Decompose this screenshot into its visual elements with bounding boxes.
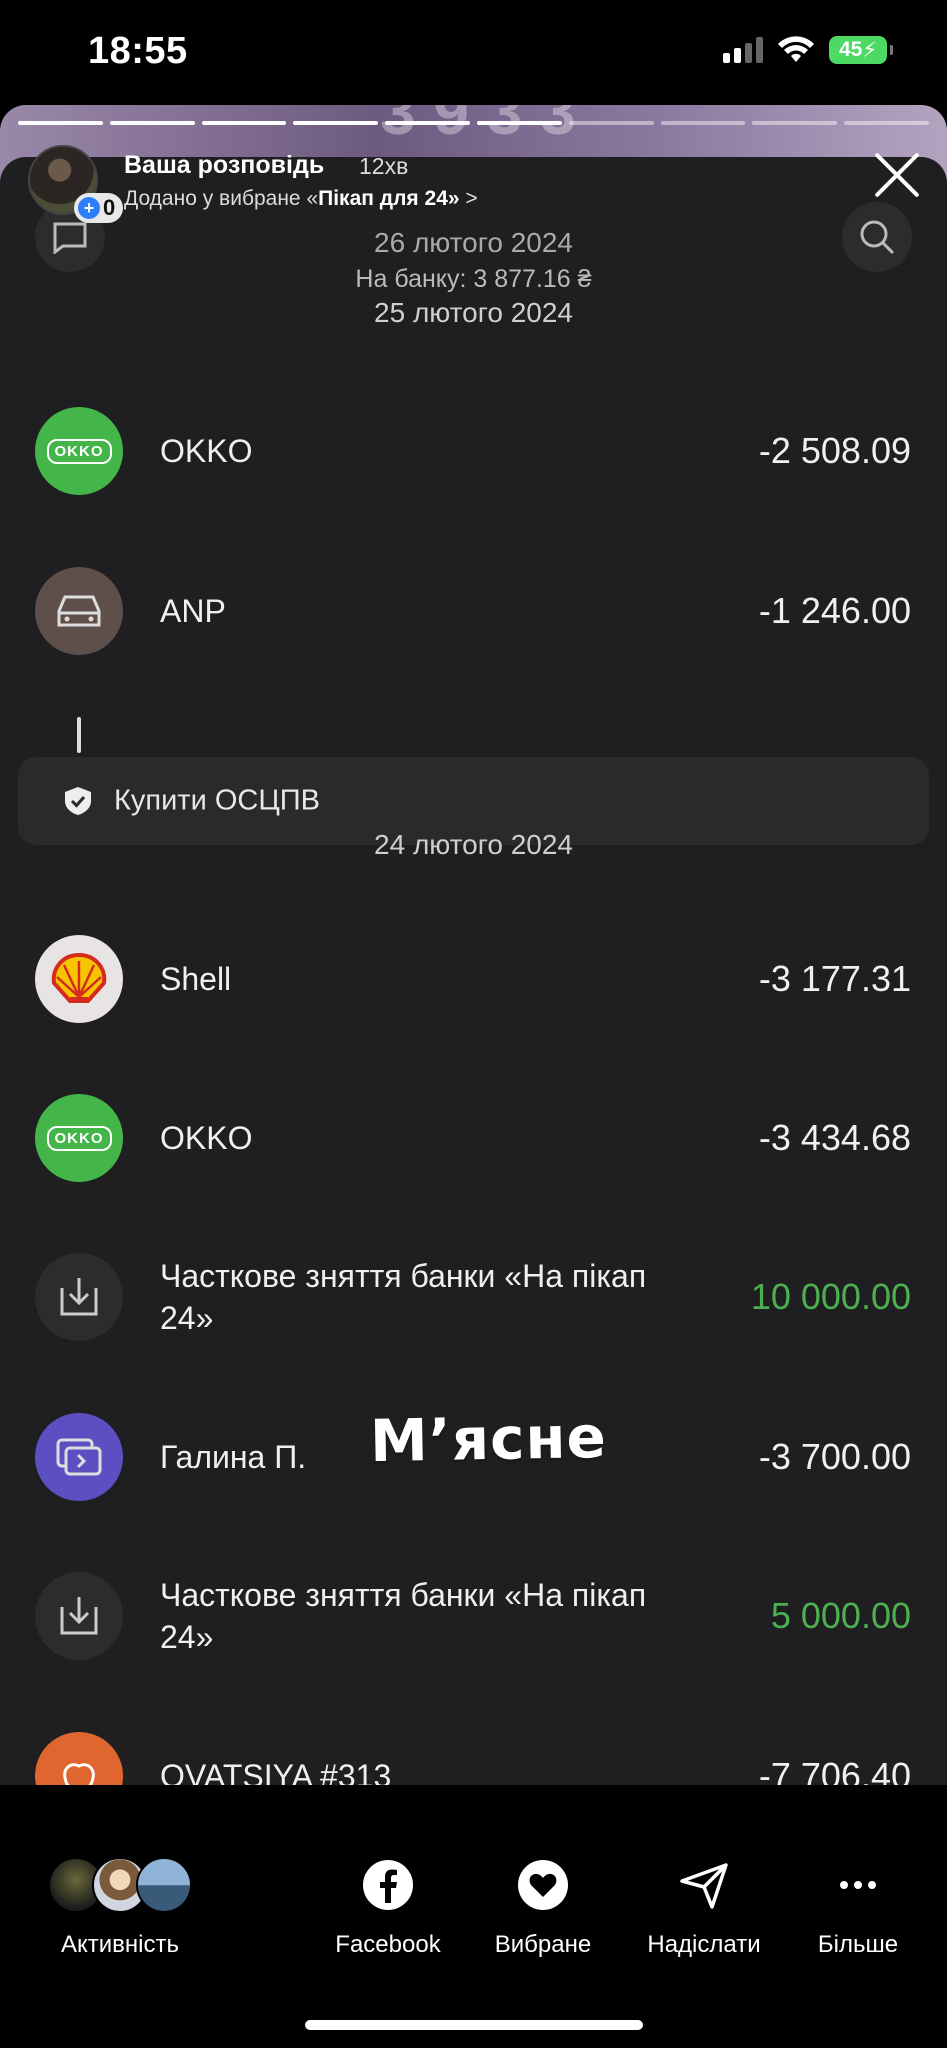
header-date: 26 лютого 2024: [374, 227, 573, 258]
transaction-name: OVATSIYA #313: [160, 1758, 392, 1785]
add-badge[interactable]: +0: [74, 193, 124, 223]
ghost-amount: 3 9 3 3: [380, 105, 576, 148]
close-button[interactable]: [869, 145, 925, 201]
send-icon: [676, 1857, 732, 1913]
transaction-name: Shell: [160, 961, 232, 997]
transaction-row[interactable]: OVATSIYA #313 -7 706.40: [0, 1732, 947, 1785]
date-separator: 25 лютого 2024: [374, 297, 573, 328]
heart-icon: [515, 1857, 571, 1913]
transaction-row[interactable]: Часткове зняття банки «На пікап 24» 5 00…: [0, 1572, 947, 1692]
transaction-name: ANP: [160, 593, 226, 629]
transaction-amount: -7 706.40: [758, 1755, 911, 1785]
home-indicator[interactable]: [305, 2020, 643, 2030]
transaction-amount: 5 000.00: [770, 1595, 911, 1636]
transaction-name: OKKO: [160, 433, 253, 469]
story-header: +0 Ваша розповідь 12хв Додано у вибране …: [28, 145, 919, 225]
bank-balance: На банку: 3 877.16 ₴: [355, 265, 592, 293]
more-button[interactable]: Більше: [808, 1857, 908, 1959]
car-icon: [35, 567, 123, 655]
shield-check-icon: [65, 787, 91, 815]
wifi-icon: [778, 36, 814, 62]
story-subtitle[interactable]: Додано у вибране «Пікап для 24» >: [124, 187, 478, 211]
story-progress: [18, 121, 929, 125]
status-icons: 45 ⚡: [723, 36, 893, 64]
date-separator: 24 лютого 2024: [374, 829, 573, 860]
story-viewer[interactable]: 3 9 3 3 26 лютого 2024 На банку: 3 877.1…: [0, 105, 947, 1785]
signal-icon: [723, 37, 763, 63]
transaction-row[interactable]: Shell -3 177.31: [0, 935, 947, 1055]
facebook-label: Facebook: [335, 1931, 441, 1958]
okko-logo: OKKO: [35, 407, 123, 495]
facebook-icon: [360, 1857, 416, 1913]
transaction-amount: -1 246.00: [758, 590, 911, 631]
transaction-name: OKKO: [160, 1120, 253, 1156]
viewer-avatars: [40, 1857, 200, 1913]
bank-sheet: 26 лютого 2024 На банку: 3 877.16 ₴ 25 л…: [0, 157, 947, 1785]
send-label: Надіслати: [647, 1931, 761, 1958]
transaction-amount: 10 000.00: [750, 1276, 911, 1317]
connector-line: [77, 717, 81, 753]
facebook-button[interactable]: Facebook: [328, 1857, 448, 1959]
transaction-amount: -2 508.09: [758, 430, 911, 471]
withdraw-icon: [35, 1572, 123, 1660]
sticker-text: М’ясне: [369, 1402, 608, 1476]
transaction-row[interactable]: ANP -1 246.00: [0, 567, 947, 687]
transaction-amount: -3 700.00: [758, 1436, 911, 1477]
more-icon: [830, 1857, 886, 1913]
more-label: Більше: [817, 1931, 899, 1958]
activity-button[interactable]: Активність: [40, 1857, 200, 1959]
transaction-name: Часткове зняття банки «На пікап 24»: [160, 1577, 647, 1655]
insurance-label: Купити ОСЦПВ: [114, 784, 320, 817]
favorites-button[interactable]: Вибране: [483, 1857, 603, 1959]
transaction-row[interactable]: Часткове зняття банки «На пікап 24» 10 0…: [0, 1253, 947, 1373]
send-button[interactable]: Надіслати: [639, 1857, 769, 1959]
transaction-amount: -3 434.68: [758, 1117, 911, 1158]
transfer-icon: [35, 1413, 123, 1501]
status-bar: 18:55 45 ⚡: [0, 0, 947, 105]
status-time: 18:55: [88, 30, 188, 72]
plus-icon: +: [78, 197, 100, 219]
battery-level: 45: [838, 38, 863, 61]
favorites-label: Вибране: [494, 1931, 592, 1958]
story-title: Ваша розповідь: [124, 151, 325, 179]
battery-icon: 45 ⚡: [829, 36, 893, 64]
transaction-amount: -3 177.31: [758, 958, 911, 999]
story-time: 12хв: [359, 153, 409, 179]
transaction-name: Часткове зняття банки «На пікап 24»: [160, 1258, 647, 1336]
activity-label: Активність: [60, 1931, 179, 1958]
transaction-row[interactable]: OKKO OKKO -3 434.68: [0, 1094, 947, 1214]
shell-logo: [35, 935, 123, 1023]
apple-icon: [35, 1732, 123, 1785]
okko-logo: OKKO: [35, 1094, 123, 1182]
transaction-row[interactable]: OKKO OKKO -2 508.09: [0, 407, 947, 527]
badge-count: 0: [103, 195, 116, 220]
transaction-name: Галина П.: [160, 1439, 307, 1475]
withdraw-icon: [35, 1253, 123, 1341]
bottom-bar: Активність Facebook Вибране Надіслати Бі…: [0, 1785, 947, 2048]
